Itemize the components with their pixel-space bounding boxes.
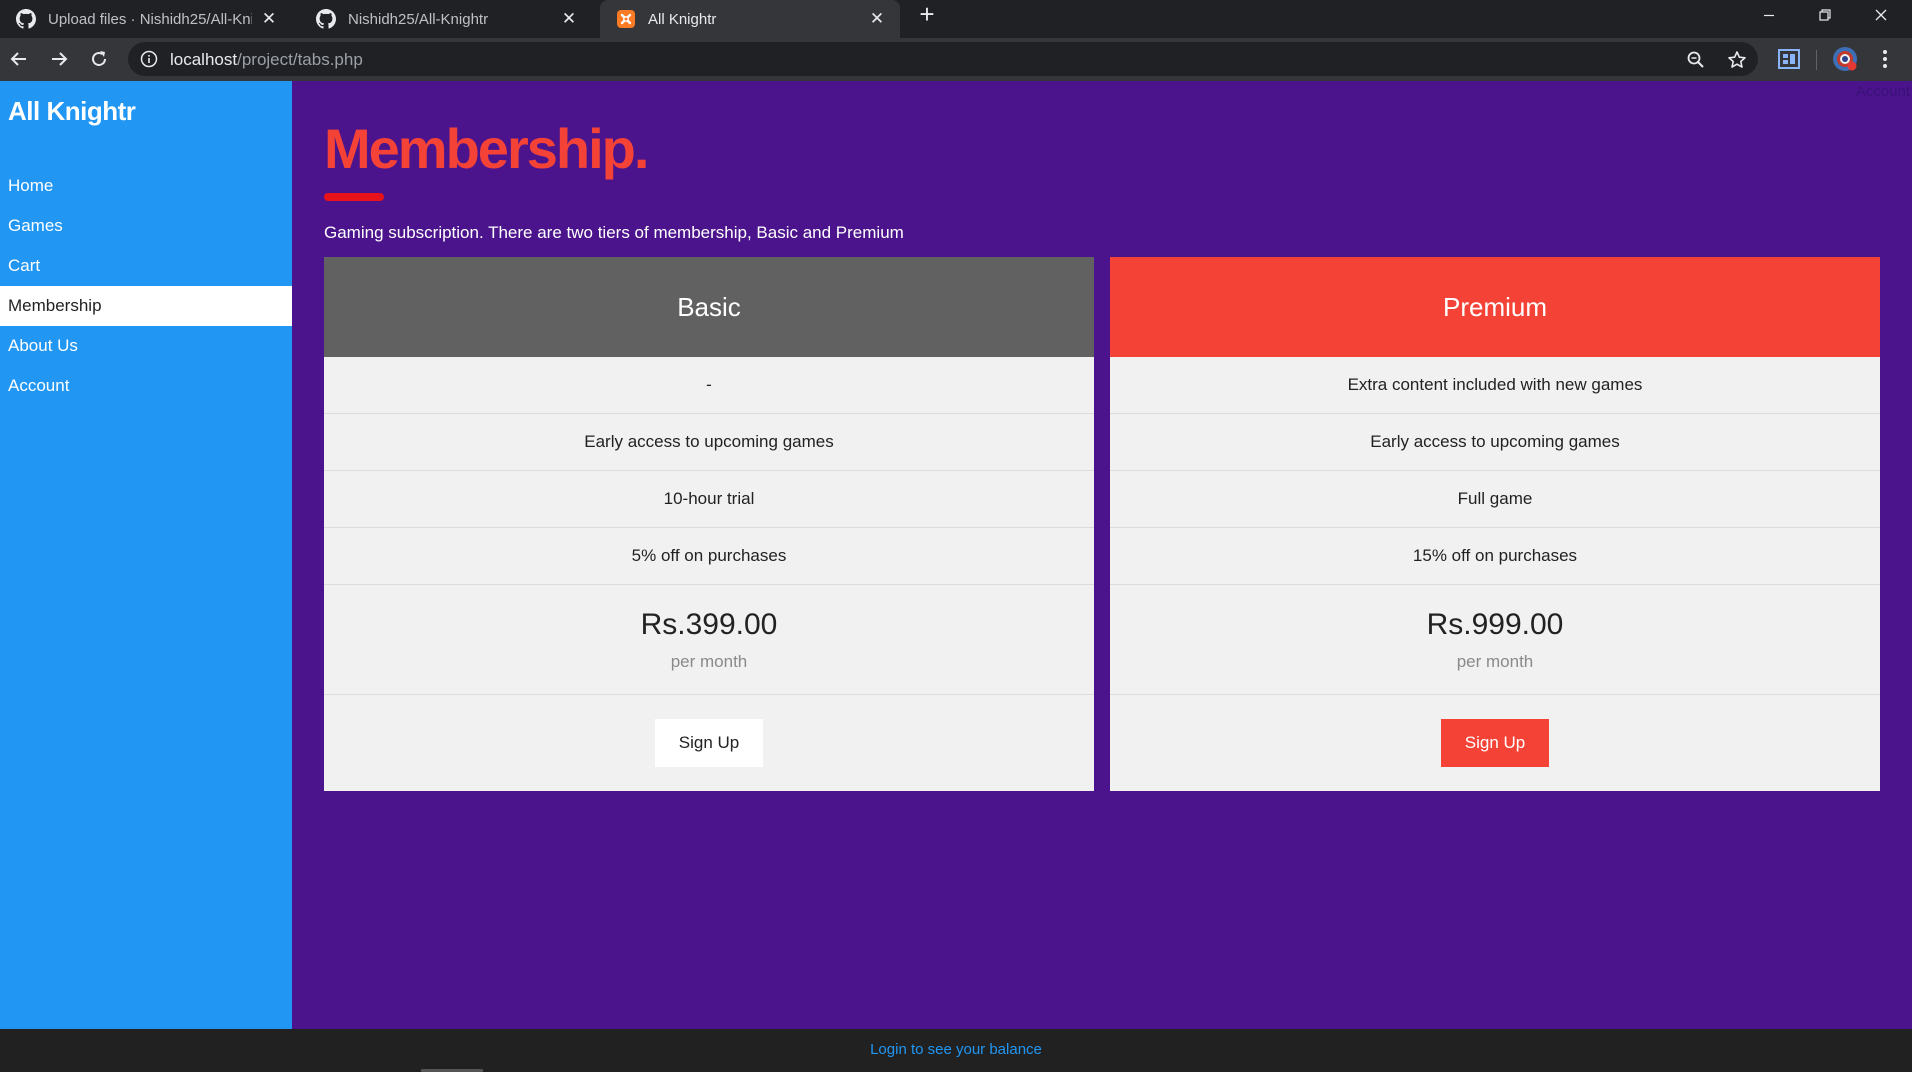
address-bar[interactable]: localhost/project/tabs.php: [128, 42, 1758, 76]
plan-feature: Early access to upcoming games: [324, 414, 1094, 471]
github-icon: [16, 9, 36, 29]
plan-price: Rs.399.00: [640, 607, 778, 641]
sidebar-item-cart[interactable]: Cart: [0, 246, 292, 286]
browser-tabstrip: Upload files · Nishidh25/All-Knightr ✕ N…: [0, 0, 1912, 38]
profile-avatar[interactable]: [1832, 46, 1858, 72]
tab-title: Nishidh25/All-Knightr: [348, 10, 489, 28]
sidebar-item-about-us[interactable]: About Us: [0, 326, 292, 366]
url-path: /project/tabs.php: [237, 50, 363, 69]
title-underline: [324, 193, 384, 201]
plan-card-premium: Premium Extra content included with new …: [1110, 257, 1880, 791]
pricing-cards: Basic - Early access to upcoming games 1…: [324, 257, 1880, 791]
forward-arrow-icon[interactable]: [42, 42, 76, 76]
plan-period: per month: [670, 651, 748, 671]
bookmark-star-icon[interactable]: [1727, 50, 1747, 70]
sidebar-item-membership[interactable]: Membership: [0, 286, 292, 326]
github-icon: [316, 9, 336, 29]
sidebar: All Knightr Home Games Cart Membership A…: [0, 81, 292, 1029]
footer-bar: Login to see your balance: [0, 1029, 1912, 1072]
plan-card-basic: Basic - Early access to upcoming games 1…: [324, 257, 1094, 791]
browser-toolbar: localhost/project/tabs.php: [0, 38, 1912, 81]
plan-price: Rs.999.00: [1426, 607, 1564, 641]
plan-price-block: Rs.399.00 per month: [324, 585, 1094, 695]
brand-logo[interactable]: All Knightr: [8, 96, 136, 127]
premium-sign-up-button[interactable]: Sign Up: [1440, 719, 1550, 767]
plan-name: Premium: [1110, 257, 1880, 357]
zoom-icon[interactable]: [1686, 50, 1706, 70]
tab-title: All Knightr: [648, 10, 717, 28]
close-tab-icon[interactable]: ✕: [260, 9, 278, 28]
url-host: localhost: [170, 50, 238, 69]
info-icon[interactable]: [140, 50, 158, 68]
new-tab-button[interactable]: +: [914, 1, 940, 28]
window-close-icon[interactable]: [1858, 0, 1904, 30]
url-text[interactable]: localhost/project/tabs.php: [170, 50, 363, 70]
sidebar-item-games[interactable]: Games: [0, 206, 292, 246]
back-arrow-icon[interactable]: [2, 42, 36, 76]
plan-period: per month: [1456, 651, 1534, 671]
sidebar-nav: Home Games Cart Membership About Us Acco…: [0, 166, 292, 406]
plan-feature: 5% off on purchases: [324, 528, 1094, 585]
login-balance-link[interactable]: Login to see your balance: [0, 1041, 1912, 1058]
plan-feature: Early access to upcoming games: [1110, 414, 1880, 471]
account-link[interactable]: Account: [1856, 83, 1910, 100]
plan-name: Basic: [324, 257, 1094, 357]
sidebar-item-account[interactable]: Account: [0, 366, 292, 406]
minimize-icon[interactable]: [1746, 0, 1792, 30]
xampp-icon: [616, 9, 636, 29]
browser-menu-icon[interactable]: [1872, 46, 1898, 72]
plan-feature: Extra content included with new games: [1110, 357, 1880, 414]
toolbar-separator: [1816, 50, 1817, 70]
browser-tab-all-knightr[interactable]: All Knightr ✕: [600, 0, 900, 38]
page-title: Membership.: [324, 117, 649, 180]
restore-icon[interactable]: [1802, 0, 1848, 30]
sidebar-item-home[interactable]: Home: [0, 166, 292, 206]
plan-price-block: Rs.999.00 per month: [1110, 585, 1880, 695]
intro-text: Gaming subscription. There are two tiers…: [324, 223, 904, 242]
plan-action: Sign Up: [1110, 695, 1880, 791]
tab-title: Upload files · Nishidh25/All-Knightr: [48, 10, 252, 28]
browser-tab-upload-files[interactable]: Upload files · Nishidh25/All-Knightr ✕: [0, 0, 292, 38]
plan-feature: 10-hour trial: [324, 471, 1094, 528]
reload-icon[interactable]: [82, 42, 116, 76]
basic-sign-up-button[interactable]: Sign Up: [654, 719, 764, 767]
plan-feature: -: [324, 357, 1094, 414]
close-tab-icon[interactable]: ✕: [560, 9, 578, 28]
plan-action: Sign Up: [324, 695, 1094, 791]
browser-tab-repo[interactable]: Nishidh25/All-Knightr ✕: [300, 0, 592, 38]
extension-icon[interactable]: [1776, 46, 1802, 72]
close-tab-icon[interactable]: ✕: [868, 9, 886, 28]
page-viewport: All Knightr Home Games Cart Membership A…: [0, 81, 1912, 1029]
plan-feature: 15% off on purchases: [1110, 528, 1880, 585]
plan-feature: Full game: [1110, 471, 1880, 528]
